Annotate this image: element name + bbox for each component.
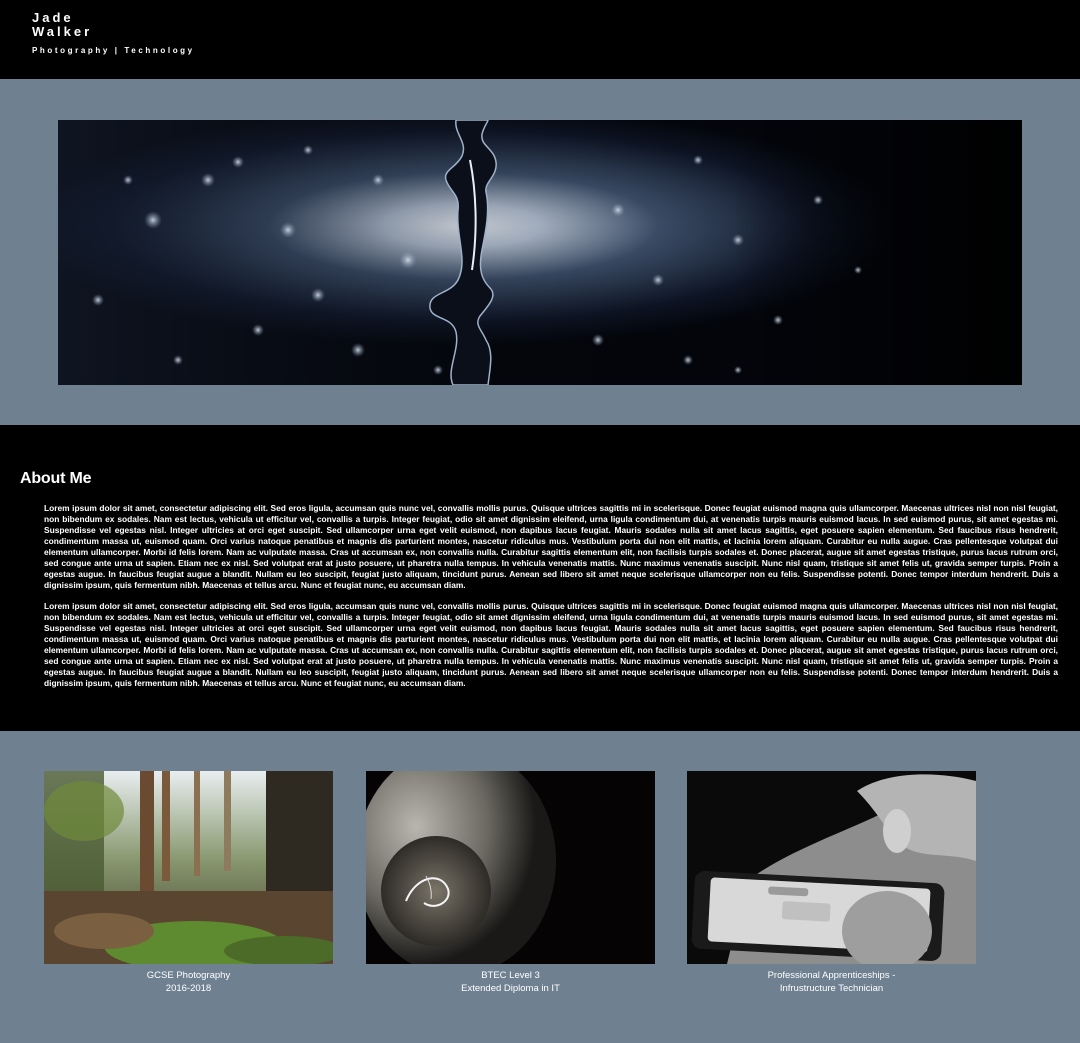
qualification-title: Professional Apprenticeships - (767, 970, 896, 981)
hero-image (58, 120, 1022, 385)
brand-name-line2: Walker (32, 24, 93, 39)
about-section: About Me Lorem ipsum dolor sit amet, con… (0, 425, 1080, 731)
qualification-card[interactable]: GCSE Photography 2016-2018 (44, 771, 333, 995)
qualification-caption: BTEC Level 3 Extended Diploma in IT (366, 969, 655, 995)
light-bulb-photo (366, 771, 655, 964)
site-logo[interactable]: Jade Walker (32, 11, 92, 39)
qualification-detail: Infrustructure Technician (779, 983, 884, 994)
about-text: Lorem ipsum dolor sit amet, consectetur … (44, 503, 1058, 699)
qualification-image (366, 771, 655, 964)
qualification-caption: GCSE Photography 2016-2018 (44, 969, 333, 995)
forest-photo (44, 771, 333, 964)
qualification-card[interactable]: Professional Apprenticeships - Infrustru… (687, 771, 976, 995)
qualification-caption: Professional Apprenticeships - Infrustru… (687, 969, 976, 995)
qualification-title: BTEC Level 3 (481, 970, 540, 981)
phone-in-hand-photo (687, 771, 976, 964)
hero-section (0, 79, 1080, 425)
water-splash-photo (58, 120, 1022, 385)
qualification-detail: 2016-2018 (165, 983, 212, 994)
about-paragraph: Lorem ipsum dolor sit amet, consectetur … (44, 503, 1058, 590)
about-title: About Me (20, 470, 92, 487)
brand-tagline: Photography | Technology (32, 46, 195, 55)
qualification-image (687, 771, 976, 964)
site-header: Jade Walker Photography | Technology (0, 0, 1080, 79)
qualification-detail: Extended Diploma in IT (461, 983, 560, 994)
qualification-card[interactable]: BTEC Level 3 Extended Diploma in IT (366, 771, 655, 995)
qualification-image (44, 771, 333, 964)
brand-name-line1: Jade (32, 10, 74, 25)
about-paragraph: Lorem ipsum dolor sit amet, consectetur … (44, 601, 1058, 688)
qualifications-section: GCSE Photography 2016-2018 BTEC Level 3 … (0, 731, 1080, 1043)
qualification-title: GCSE Photography (146, 970, 231, 981)
